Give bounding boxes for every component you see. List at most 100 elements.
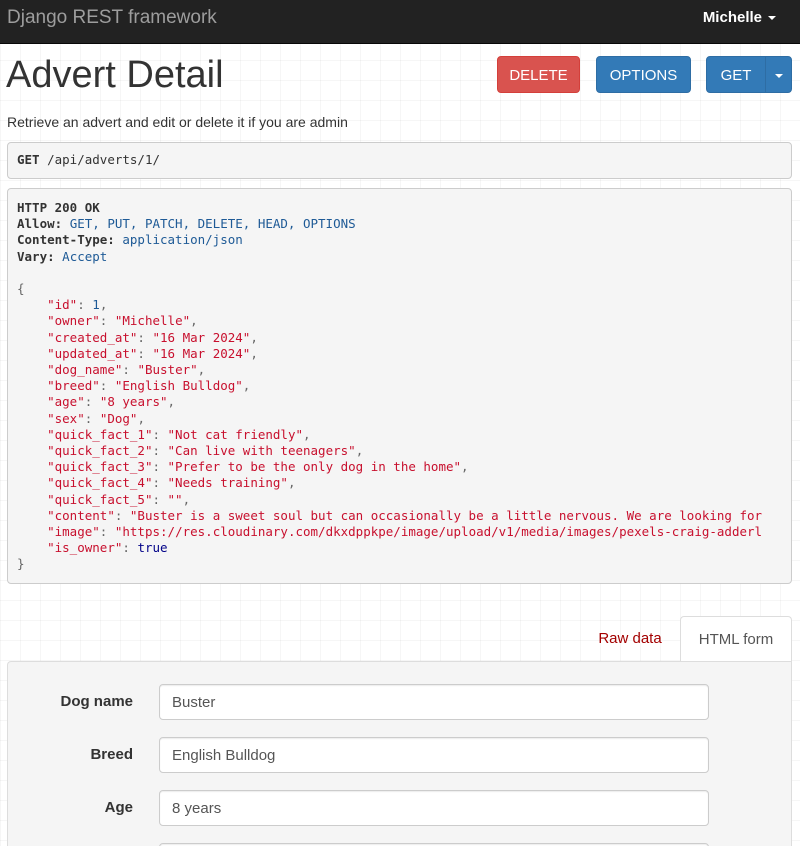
response-header-value: GET, PUT, PATCH, DELETE, HEAD, OPTIONS [69,216,356,232]
json-value: "Buster is a sweet soul but can occasion… [129,507,763,523]
json-key: "sex" [47,410,85,426]
brand-link[interactable]: Django REST framework [7,7,217,29]
response-line: HTTP 200 OK [17,200,782,216]
json-value: "Prefer to be the only dog in the home" [167,459,462,475]
json-key: "id" [47,297,78,313]
form-label: Age [104,799,133,816]
response-line [17,265,782,281]
request-info: GET /api/adverts/1/ [7,142,792,179]
response-line: Allow: GET, PUT, PATCH, DELETE, HEAD, OP… [17,216,782,232]
json-comma: , [137,410,145,426]
json-comma: , [250,329,258,345]
json-key: "owner" [47,313,100,329]
html-form-panel: Dog name Breed Age [7,661,792,846]
json-comma: , [167,394,176,410]
json-key: "image" [47,524,100,540]
request-url: /api/adverts/1/ [47,152,160,167]
json-colon: : [84,394,100,410]
delete-button[interactable]: DELETE [497,56,580,93]
response-line: "image": "https://res.cloudinary.com/dkx… [17,524,782,540]
json-colon: : [137,329,153,345]
json-value: "https://res.cloudinary.com/dkxdppkpe/im… [114,524,763,540]
page-title: Advert Detail [6,54,224,96]
caret-down-icon [774,74,783,79]
json-key: "content" [47,507,115,523]
response-header-name: Vary: [17,248,55,264]
response-line: "id": 1, [17,297,782,313]
json-colon: : [152,491,168,507]
json-colon: : [99,313,115,329]
json-value: "Buster" [137,362,198,378]
json-key: "breed" [47,378,100,394]
get-format-dropdown[interactable] [765,56,792,93]
form-input-age[interactable] [159,790,709,826]
json-comma: , [190,313,198,329]
json-value: true [137,540,168,556]
tab-html-form[interactable]: HTML form [680,616,792,662]
content-tabs: Raw data HTML form [0,616,800,662]
response-line: Vary: Accept [17,249,782,265]
form-label: Dog name [60,693,133,710]
response-line: "content": "Buster is a sweet soul but c… [17,508,782,524]
response-body: HTTP 200 OK Allow: GET, PUT, PATCH, DELET… [7,188,792,584]
json-comma: , [197,362,206,378]
json-comma: , [287,475,296,491]
form-input-dog-name[interactable] [159,684,709,720]
json-value: "" [167,491,183,507]
response-line: "quick_fact_4": "Needs training", [17,475,782,491]
navbar: Django REST framework Michelle [0,0,800,44]
tab-raw-data[interactable]: Raw data [586,616,674,661]
response-header-value: application/json [122,232,243,248]
json-value: "16 Mar 2024" [152,329,251,345]
response-header-name: Allow: [17,216,63,232]
json-colon: : [122,362,138,378]
response-header-name: Content-Type: [17,232,115,248]
json-value: "Not cat friendly" [167,426,303,442]
response-line: "created_at": "16 Mar 2024", [17,330,782,346]
json-key: "is_owner" [47,540,123,556]
response-line: "breed": "English Bulldog", [17,378,782,394]
user-menu[interactable]: Michelle [703,9,776,26]
json-key: "created_at" [47,329,138,345]
json-comma: , [99,297,108,313]
response-line: { [17,281,782,297]
json-value: "Can live with teenagers" [167,443,356,459]
form-label: Breed [90,746,133,763]
json-key: "updated_at" [47,345,138,361]
json-key: "quick_fact_5" [47,491,153,507]
json-colon: : [152,443,168,459]
json-value: "Dog" [99,410,138,426]
response-line: "age": "8 years", [17,394,782,410]
response-line: "quick_fact_2": "Can live with teenagers… [17,443,782,459]
json-colon: : [152,459,168,475]
json-value: "Michelle" [114,313,191,329]
json-colon: : [99,378,115,394]
json-value: "Needs training" [167,475,288,491]
json-comma: , [355,443,364,459]
json-key: "age" [47,394,85,410]
response-line: } [17,556,782,572]
options-button[interactable]: OPTIONS [596,56,691,93]
page-description: Retrieve an advert and edit or delete it… [7,114,348,130]
response-line: "owner": "Michelle", [17,313,782,329]
response-line: "quick_fact_1": "Not cat friendly", [17,427,782,443]
response-status: HTTP 200 OK [17,200,100,215]
response-line: "quick_fact_5": "", [17,492,782,508]
json-key: "quick_fact_1" [47,426,153,442]
response-line: "dog_name": "Buster", [17,362,782,378]
json-colon: : [77,297,93,313]
json-key: "dog_name" [47,362,123,378]
json-comma: , [242,378,251,394]
json-colon: : [114,507,130,523]
json-close-brace: } [17,556,25,572]
request-method: GET [17,152,40,167]
json-key: "quick_fact_3" [47,459,153,475]
json-key: "quick_fact_4" [47,475,153,491]
get-button[interactable]: GET [706,56,766,93]
json-comma: , [182,491,191,507]
form-input-breed[interactable] [159,737,709,773]
json-value: "English Bulldog" [114,378,243,394]
json-comma: , [303,426,311,442]
json-colon: : [84,410,100,426]
caret-down-icon [768,16,776,21]
